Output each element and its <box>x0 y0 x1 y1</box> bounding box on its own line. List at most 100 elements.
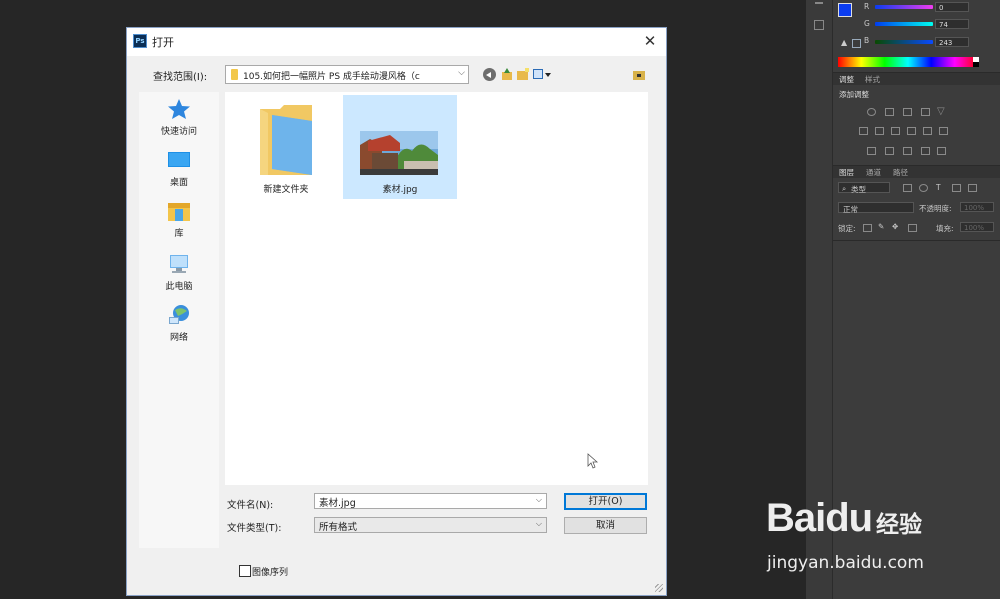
filename-value: 素材.jpg <box>319 498 356 509</box>
selective-color-icon[interactable] <box>937 147 946 155</box>
layers-tabbar <box>833 166 1000 178</box>
lock-transparent-icon[interactable] <box>863 224 872 232</box>
tab-channels[interactable]: 通道 <box>866 167 881 178</box>
dialog-titlebar[interactable]: Ps 打开 ✕ <box>127 28 666 56</box>
websafe-swatch[interactable] <box>852 39 861 48</box>
photoshop-app-icon: Ps <box>133 34 147 48</box>
photo-filter-icon[interactable] <box>907 127 916 135</box>
lock-all-icon[interactable] <box>908 224 917 232</box>
look-in-dropdown[interactable]: 105.如何把一幅照片 PS 成手绘动漫风格（c ⌵ <box>225 65 469 84</box>
place-label: 库 <box>174 229 184 239</box>
open-button[interactable]: 打开(O) <box>564 493 647 510</box>
camera-folder-icon[interactable] <box>633 68 646 81</box>
image-sequence-checkbox[interactable] <box>239 565 251 577</box>
threshold-icon[interactable] <box>903 147 912 155</box>
black-white-icon[interactable] <box>891 127 900 135</box>
dialog-title: 打开 <box>152 36 174 49</box>
file-list[interactable]: 新建文件夹 素材.jpg <box>225 92 648 485</box>
lock-move-icon[interactable]: ✥ <box>892 222 898 231</box>
place-quick-access[interactable]: 快速访问 <box>139 94 219 140</box>
filter-adjustment-icon[interactable] <box>919 184 928 192</box>
tab-styles[interactable]: 样式 <box>865 74 880 85</box>
opacity-label: 不透明度: <box>919 204 952 213</box>
panel-collapse-icon[interactable] <box>815 2 823 4</box>
file-item-folder[interactable]: 新建文件夹 <box>229 95 343 199</box>
exposure-icon[interactable] <box>921 108 930 116</box>
b-slider[interactable] <box>875 40 933 44</box>
view-menu-icon[interactable] <box>533 68 551 81</box>
file-item-image[interactable]: 素材.jpg <box>343 95 457 199</box>
fill-value[interactable]: 100% <box>960 222 994 232</box>
r-value[interactable]: 0 <box>935 2 969 12</box>
channel-mixer-icon[interactable] <box>923 127 932 135</box>
up-folder-icon[interactable] <box>501 68 514 81</box>
place-this-pc[interactable]: 此电脑 <box>139 249 219 295</box>
lock-paint-icon[interactable]: ✎ <box>878 222 884 231</box>
g-value[interactable]: 74 <box>935 19 969 29</box>
layer-kind-filter[interactable]: ⌕ 类型 <box>838 182 890 194</box>
back-icon[interactable] <box>483 68 496 81</box>
color-lookup-icon[interactable] <box>939 127 948 135</box>
watermark-jingyan: 经验 <box>876 512 922 538</box>
b-label: B <box>864 36 870 45</box>
filter-pixel-icon[interactable] <box>903 184 912 192</box>
kind-filter-value: 类型 <box>851 185 866 194</box>
add-adjustment-label: 添加调整 <box>839 90 869 99</box>
filter-shape-icon[interactable] <box>952 184 961 192</box>
close-icon[interactable]: ✕ <box>638 30 662 52</box>
r-label: R <box>864 2 870 11</box>
place-desktop[interactable]: 桌面 <box>139 145 219 191</box>
posterize-icon[interactable] <box>885 147 894 155</box>
r-slider[interactable] <box>875 5 933 9</box>
watermark-url: jingyan.baidu.com <box>767 553 924 573</box>
filetype-value: 所有格式 <box>319 522 358 533</box>
chevron-down-icon: ⌵ <box>535 519 542 528</box>
star-icon <box>168 99 190 119</box>
places-bar: 快速访问 桌面 库 此电脑 网络 <box>139 92 219 548</box>
adjustments-tabbar <box>833 73 1000 85</box>
filter-type-icon[interactable]: T <box>936 183 941 192</box>
resize-grip-icon[interactable] <box>655 584 663 592</box>
filetype-label: 文件类型(T): <box>227 523 282 534</box>
levels-icon[interactable] <box>885 108 894 116</box>
place-library[interactable]: 库 <box>139 196 219 242</box>
b-value[interactable]: 243 <box>935 37 969 47</box>
new-folder-icon[interactable] <box>517 68 530 81</box>
layers-list[interactable] <box>833 241 1000 599</box>
tab-layers[interactable]: 图层 <box>839 167 854 178</box>
cancel-button[interactable]: 取消 <box>564 517 647 534</box>
filetype-select[interactable]: 所有格式 ⌵ <box>314 517 547 533</box>
place-network[interactable]: 网络 <box>139 300 219 346</box>
color-spectrum[interactable] <box>838 57 978 67</box>
search-icon: ⌕ <box>842 184 847 193</box>
filter-smart-object-icon[interactable] <box>968 184 977 192</box>
lock-label: 锁定: <box>838 224 856 233</box>
black-swatch[interactable] <box>973 62 979 67</box>
file-name: 新建文件夹 <box>263 185 309 195</box>
filename-input[interactable]: 素材.jpg ⌵ <box>314 493 547 509</box>
brightness-icon[interactable] <box>867 108 876 116</box>
panel-tool-icon[interactable] <box>814 20 824 30</box>
baidu-watermark-logo: Baidu <box>766 496 873 541</box>
vibrance-icon[interactable]: ▽ <box>937 106 945 117</box>
chevron-down-icon[interactable]: ⌵ <box>536 495 542 505</box>
g-slider[interactable] <box>875 22 933 26</box>
hue-saturation-icon[interactable] <box>859 127 868 135</box>
tab-paths[interactable]: 路径 <box>893 167 908 178</box>
foreground-color-swatch[interactable] <box>838 3 852 17</box>
image-thumbnail <box>360 131 438 175</box>
invert-icon[interactable] <box>867 147 876 155</box>
g-label: G <box>864 19 870 28</box>
curves-icon[interactable] <box>903 108 912 116</box>
blend-mode-value: 正常 <box>843 205 858 214</box>
tab-adjustments[interactable]: 调整 <box>839 74 854 85</box>
opacity-value[interactable]: 100% <box>960 202 994 212</box>
gradient-map-icon[interactable] <box>921 147 930 155</box>
computer-icon <box>170 255 188 273</box>
blend-mode-select[interactable]: 正常 <box>838 202 914 214</box>
warning-icon: ▲ <box>841 38 848 47</box>
open-file-dialog: Ps 打开 ✕ 查找范围(I): 105.如何把一幅照片 PS 成手绘动漫风格（… <box>126 27 667 596</box>
chevron-down-icon: ⌵ <box>458 68 465 78</box>
image-sequence-label: 图像序列 <box>252 568 289 578</box>
color-balance-icon[interactable] <box>875 127 884 135</box>
